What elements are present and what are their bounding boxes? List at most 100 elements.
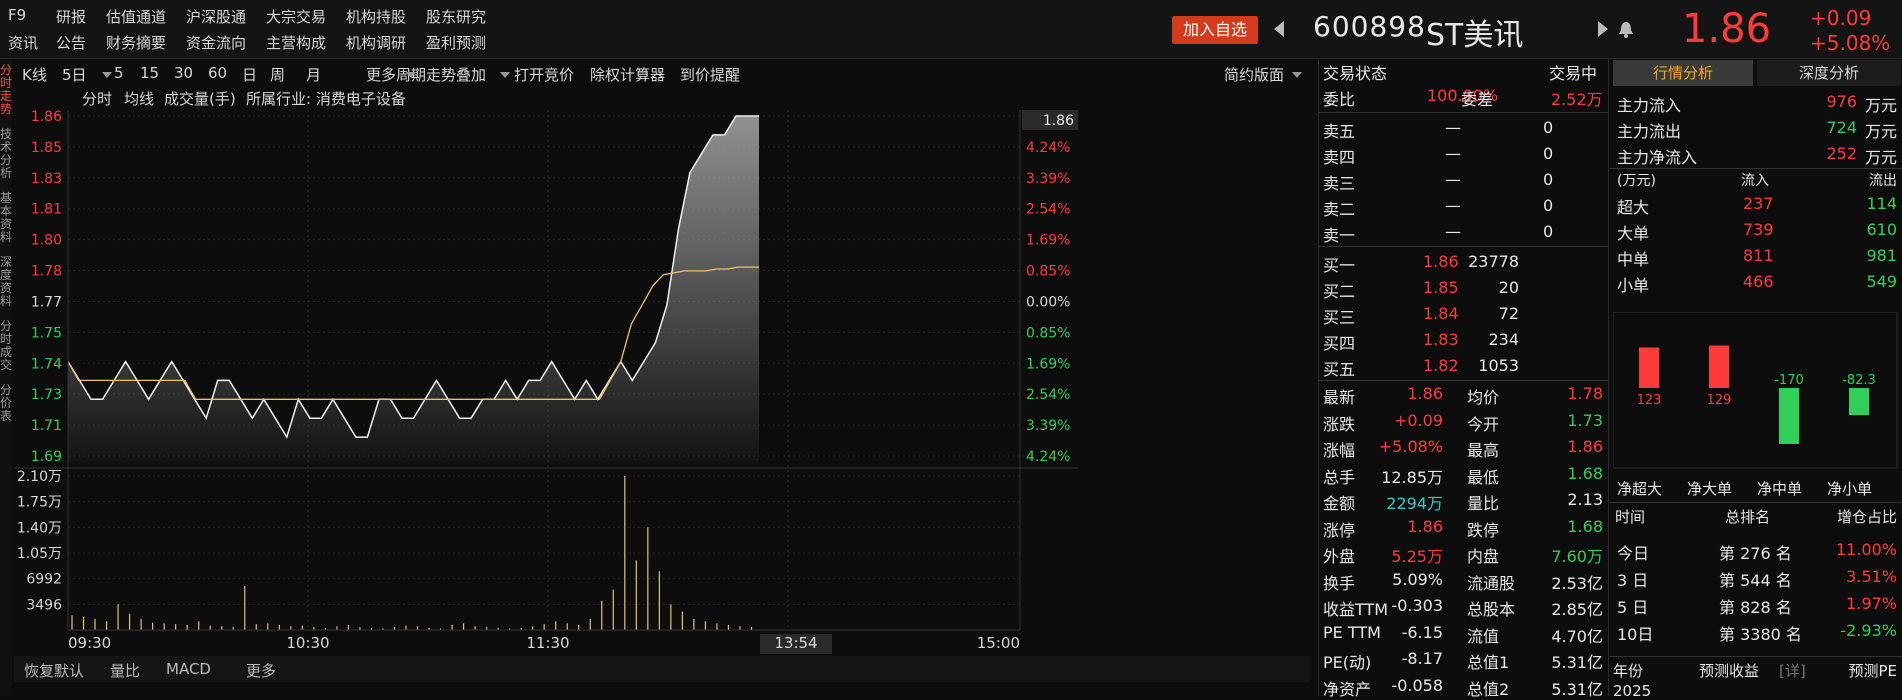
prev-stock-icon[interactable]: [1272, 20, 1286, 38]
indicator-tab[interactable]: MACD: [166, 660, 211, 678]
top-nav-bar: F9 研报 估值通道 沪深股通 大宗交易 机构持股 股东研究 资讯 公告 财务摘要 资金流向 主营构…: [0, 0, 1902, 59]
status-label: 交易状态: [1323, 64, 1388, 83]
main-flow-label: 主力流出: [1617, 122, 1682, 141]
bid-label: 买三: [1323, 308, 1356, 327]
stat-value: 1.68: [1567, 516, 1603, 536]
nav-item[interactable]: F9: [8, 6, 26, 24]
toolbar-item[interactable]: 5日: [62, 64, 87, 85]
order-book: 交易状态 交易中 委比 100.00% 委差 2.52万 卖五 —0 卖四 —0 卖三 —0 卖二 —0 卖…: [1318, 58, 1609, 699]
main-flow-value: 252: [1826, 144, 1857, 163]
toolbar-item[interactable]: 15: [140, 64, 159, 82]
layout-toggle[interactable]: 简约版面: [1224, 64, 1284, 85]
nav-item[interactable]: 沪深股通: [186, 6, 246, 27]
toolbar-item[interactable]: 走势叠加: [426, 64, 486, 85]
indicator-tab[interactable]: 恢复默认: [24, 660, 84, 681]
ask-volume: 0: [1543, 196, 1554, 215]
rank-head: 时间: [1615, 508, 1646, 526]
intraday-chart[interactable]: 1.86 1.85 1.83 1.81 1.80 1.78 1.77 1.75 1.74 1.73…: [14, 108, 1310, 668]
net-bar-value: -82.3: [1842, 373, 1876, 388]
dropdown-arrow-icon[interactable]: [406, 72, 416, 80]
side-tab[interactable]: 分时走势: [0, 64, 12, 116]
indicator-tabs: 恢复默认 量比 MACD 更多: [14, 656, 1310, 682]
add-favorite-button[interactable]: 加入自选: [1172, 16, 1258, 44]
toolbar-item[interactable]: 除权计算器: [590, 64, 665, 85]
pct-tick: 4.24%: [1026, 449, 1070, 465]
indicator-tab[interactable]: 量比: [110, 660, 140, 681]
flow-out: 549: [1866, 272, 1897, 291]
nav-item[interactable]: 机构调研: [346, 32, 406, 53]
price-change: +0.09: [1810, 6, 1872, 30]
rank-value: 第 276 名: [1719, 544, 1792, 563]
divider: [1319, 246, 1609, 247]
toolbar-item[interactable]: 30: [174, 64, 193, 82]
indicator-tab[interactable]: 更多: [246, 660, 276, 681]
side-tab[interactable]: 分时成交: [0, 320, 12, 372]
toolbar-item[interactable]: 更多周期: [366, 64, 426, 85]
stock-code: 600898: [1313, 10, 1426, 43]
toolbar-item[interactable]: 日: [242, 64, 257, 85]
toolbar-item[interactable]: 月: [306, 64, 321, 85]
price-tick: 1.77: [31, 294, 62, 310]
forecast-detail-link[interactable]: [详]: [1779, 660, 1806, 681]
bid-volume: 1053: [1478, 356, 1519, 375]
net-bar-label: 净大单: [1687, 480, 1733, 498]
side-tab[interactable]: 分价表: [0, 384, 12, 423]
side-tab[interactable]: 深度资料: [0, 256, 12, 308]
bell-icon[interactable]: [1618, 20, 1634, 38]
pct-tick: 4.24%: [1026, 140, 1070, 156]
net-bar-label: 净超大: [1617, 480, 1663, 498]
nav-item[interactable]: 公告: [56, 32, 86, 53]
volume-label[interactable]: 成交量(手): [164, 88, 236, 109]
stat-label: 量比: [1467, 494, 1500, 513]
rank-pct: 1.97%: [1846, 594, 1897, 613]
toolbar-item[interactable]: 到价提醒: [680, 64, 740, 85]
nav-item[interactable]: 盈利预测: [426, 32, 486, 53]
tab-deep-analysis[interactable]: 深度分析: [1757, 60, 1901, 86]
stat-label: 总手: [1323, 467, 1356, 487]
fenshi-label[interactable]: 分时: [82, 88, 112, 109]
stat-value: 2.13: [1567, 490, 1603, 509]
nav-item[interactable]: 估值通道: [106, 6, 166, 27]
net-bar-label: 净小单: [1827, 480, 1873, 498]
rank-period: 今日: [1617, 544, 1650, 563]
stat-value: -0.303: [1391, 596, 1443, 615]
pct-tick: 1.69%: [1026, 233, 1070, 249]
dropdown-arrow-icon[interactable]: [1292, 72, 1302, 80]
divider: [1319, 112, 1609, 113]
flow-out: 610: [1866, 220, 1897, 239]
toolbar-item[interactable]: 60: [208, 64, 227, 82]
avg-label[interactable]: 均线: [124, 88, 154, 109]
rank-value: 第 544 名: [1719, 571, 1792, 590]
side-tab[interactable]: 技术分析: [0, 128, 12, 180]
bid-price: 1.85: [1423, 278, 1459, 297]
nav-item[interactable]: 股东研究: [426, 6, 486, 27]
toolbar-item[interactable]: K线: [22, 64, 47, 85]
tab-market-analysis[interactable]: 行情分析: [1613, 60, 1753, 86]
stat-label: 涨停: [1323, 520, 1356, 540]
stat-value: 5.31亿: [1551, 653, 1603, 672]
nav-item[interactable]: 资讯: [8, 32, 38, 53]
flow-row-label: 大单: [1617, 224, 1650, 243]
stat-label: 换手: [1323, 573, 1356, 593]
toolbar-item[interactable]: 打开竞价: [514, 64, 574, 85]
toolbar-item[interactable]: 周: [270, 64, 285, 85]
ask-label: 卖五: [1323, 122, 1356, 141]
nav-item[interactable]: 大宗交易: [266, 6, 326, 27]
stat-value: 12.85万: [1381, 467, 1443, 487]
bid-volume: 72: [1498, 304, 1519, 323]
dropdown-arrow-icon[interactable]: [102, 72, 112, 80]
stat-label: 流通股: [1467, 573, 1516, 593]
nav-item[interactable]: 机构持股: [346, 6, 406, 27]
flow-out: 114: [1866, 194, 1897, 213]
price-tick: 1.73: [31, 387, 62, 403]
nav-item[interactable]: 财务摘要: [106, 32, 166, 53]
toolbar-item[interactable]: 5: [114, 64, 124, 82]
side-tab[interactable]: 基本资料: [0, 192, 12, 244]
dropdown-arrow-icon[interactable]: [500, 72, 510, 80]
stat-value: 1.73: [1567, 410, 1603, 430]
net-bar: [1639, 347, 1659, 388]
nav-item[interactable]: 研报: [56, 6, 86, 27]
nav-item[interactable]: 资金流向: [186, 32, 246, 53]
nav-item[interactable]: 主营构成: [266, 32, 326, 53]
next-stock-icon[interactable]: [1596, 20, 1610, 38]
